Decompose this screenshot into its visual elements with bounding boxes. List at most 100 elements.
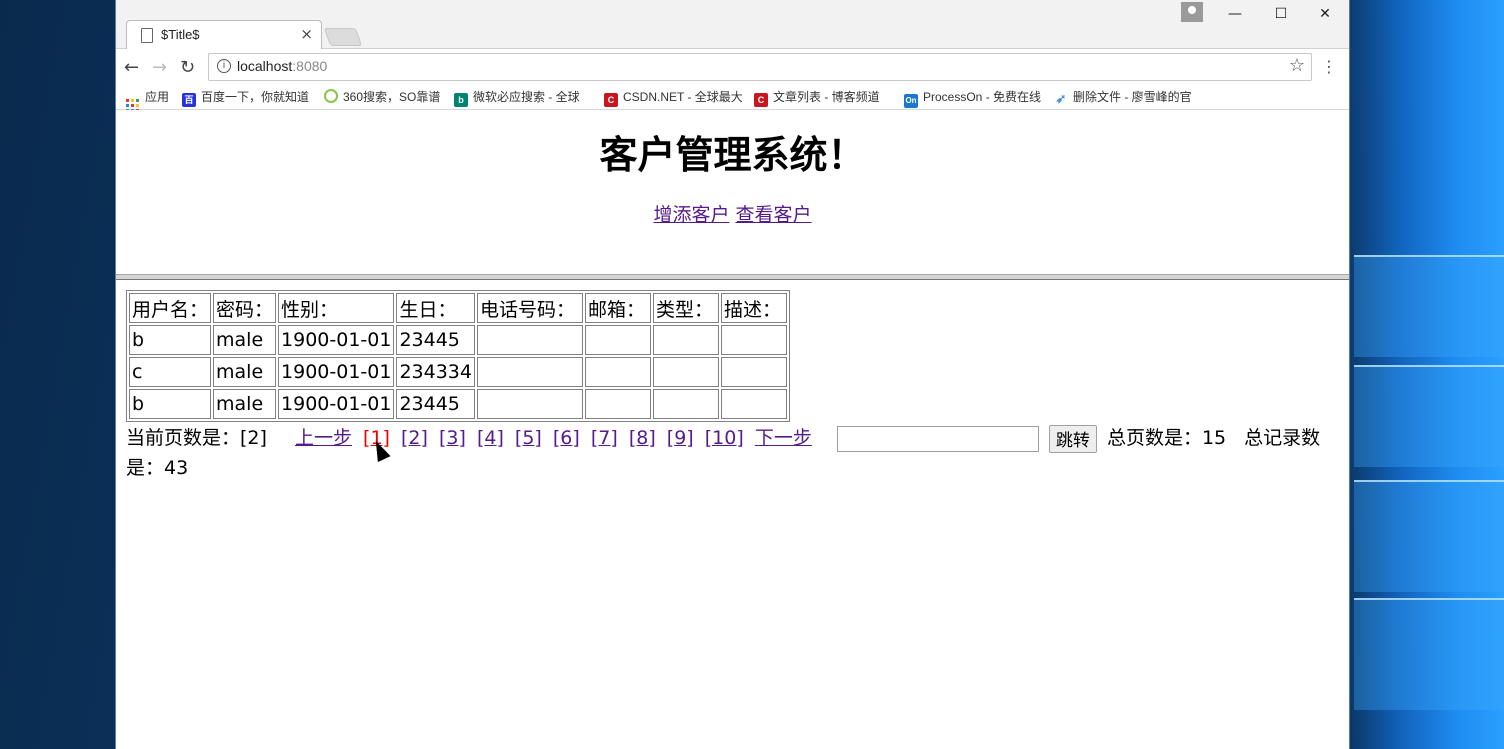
column-header: 生日： — [396, 293, 475, 323]
page-title: 客户管理系统！ — [599, 133, 866, 177]
column-header: 描述： — [720, 293, 787, 323]
url-text[interactable]: localhost:8080 — [237, 58, 327, 74]
bookmark-star-icon[interactable]: ☆ — [1289, 55, 1305, 76]
table-row: c male 1900-01-01 234334 — [129, 357, 787, 387]
browser-window: $Title$ × — ☐ ✕ ← → ↻ i localhost:8080 ☆… — [116, 0, 1349, 749]
page-link-2[interactable]: [2] — [401, 427, 428, 449]
bottom-frame: 用户名： 密码： 性别： 生日： 电话号码： 邮箱： 类型： 描述： b mal… — [116, 280, 1349, 749]
table-cell: male — [213, 325, 277, 355]
address-bar[interactable]: i localhost:8080 ☆ — [208, 53, 1312, 81]
bookmark-label: 360搜索，SO靠谱 — [343, 90, 441, 104]
bookmark-csdn[interactable]: C CSDN.NET - 全球最大 — [604, 88, 742, 107]
table-cell — [720, 389, 787, 419]
table-cell — [476, 325, 583, 355]
url-port: :8080 — [292, 58, 328, 74]
close-window-button[interactable]: ✕ — [1303, 6, 1347, 26]
bookmark-processon[interactable]: On ProcessOn - 免费在线 — [904, 88, 1042, 108]
bookmark-label: 百度一下，你就知道 — [201, 90, 310, 104]
table-cell: b — [129, 325, 212, 355]
prev-page-link[interactable]: 上一步 — [295, 427, 352, 449]
table-cell: 1900-01-01 — [278, 357, 395, 387]
new-tab-button[interactable] — [323, 28, 363, 46]
tab-close-icon[interactable]: × — [300, 25, 313, 43]
table-cell — [652, 325, 719, 355]
page-link-5[interactable]: [5] — [515, 427, 542, 449]
next-page-link[interactable]: 下一步 — [755, 427, 812, 449]
profile-icon[interactable] — [1181, 2, 1203, 22]
bookmark-label: 文章列表 - 博客频道 — [773, 90, 880, 104]
reload-button[interactable]: ↻ — [180, 57, 195, 78]
table-row: b male 1900-01-01 23445 — [129, 389, 787, 419]
column-header: 邮箱： — [584, 293, 651, 323]
table-row: b male 1900-01-01 23445 — [129, 325, 787, 355]
browser-menu-icon[interactable]: ⋮ — [1321, 57, 1337, 76]
back-button[interactable]: ← — [124, 57, 139, 78]
bookmark-liaoxuefeng[interactable]: ➶ 删除文件 - 廖雪峰的官 — [1054, 88, 1192, 106]
tab-title[interactable]: $Title$ × — [126, 20, 322, 50]
column-header: 电话号码： — [476, 293, 583, 323]
jump-page-input[interactable] — [836, 425, 1039, 452]
window-logo-pane — [1354, 255, 1504, 357]
window-logo-pane — [1354, 365, 1504, 467]
page-link-8[interactable]: [8] — [629, 427, 656, 449]
current-page-label: 当前页数是：[2] — [126, 427, 267, 449]
table-cell: 1900-01-01 — [278, 389, 395, 419]
bookmark-apps[interactable]: 应用 — [126, 88, 169, 112]
jump-button[interactable]: 跳转 — [1048, 424, 1097, 453]
baidu-icon: 百 — [182, 93, 196, 107]
table-cell: 23445 — [396, 389, 475, 419]
bookmark-baidu[interactable]: 百百度一下，你就知道 — [182, 88, 312, 107]
column-header: 性别： — [278, 293, 395, 323]
maximize-button[interactable]: ☐ — [1259, 6, 1303, 26]
page-link-4[interactable]: [4] — [477, 427, 504, 449]
table-cell: male — [213, 389, 277, 419]
document-icon — [141, 28, 153, 43]
bookmark-label: CSDN.NET - 全球最大 — [623, 90, 742, 104]
tab-label: $Title$ — [161, 27, 200, 42]
page-link-9[interactable]: [9] — [667, 427, 694, 449]
top-frame: 客户管理系统！ 增添客户 查看客户 — [116, 110, 1349, 274]
page-link-10[interactable]: [10] — [705, 427, 744, 449]
info-icon[interactable]: i — [217, 59, 231, 73]
customer-table: 用户名： 密码： 性别： 生日： 电话号码： 邮箱： 类型： 描述： b mal… — [126, 290, 790, 422]
pagination: 当前页数是：[2] 上一步 [1] [2] [3] [4] [5] [6] [7… — [126, 423, 1326, 483]
total-pages-label: 总页数是：15 — [1106, 427, 1227, 449]
table-cell — [476, 357, 583, 387]
add-customer-link[interactable]: 增添客户 — [653, 204, 729, 226]
table-cell: c — [129, 357, 212, 387]
bookmark-360[interactable]: 360搜索，SO靠谱 — [324, 88, 446, 105]
bookmark-label: 微软必应搜索 - 全球 — [473, 90, 580, 104]
table-cell: 234334 — [396, 357, 475, 387]
page-link-3[interactable]: [3] — [439, 427, 466, 449]
processon-icon: On — [904, 94, 918, 108]
forward-button[interactable]: → — [152, 57, 167, 78]
column-header: 密码： — [213, 293, 277, 323]
bookmark-label: 应用 — [145, 90, 170, 104]
window-logo-pane — [1354, 598, 1504, 710]
page-link-7[interactable]: [7] — [591, 427, 618, 449]
table-cell — [652, 389, 719, 419]
table-cell — [476, 389, 583, 419]
page-link-6[interactable]: [6] — [553, 427, 580, 449]
column-header: 用户名： — [129, 293, 212, 323]
table-cell: b — [129, 389, 212, 419]
column-header: 类型： — [652, 293, 719, 323]
bookmark-csdn-blog[interactable]: C 文章列表 - 博客频道 — [754, 88, 892, 107]
rocket-icon: ➶ — [1055, 91, 1067, 106]
bookmark-bing[interactable]: b 微软必应搜索 - 全球 — [454, 88, 592, 107]
table-cell — [584, 389, 651, 419]
table-cell: 23445 — [396, 325, 475, 355]
bookmarks-bar: 应用 百百度一下，你就知道 360搜索，SO靠谱 b 微软必应搜索 - 全球 CC… — [116, 85, 1349, 112]
browser-toolbar: ← → ↻ i localhost:8080 ☆ ⋮ — [116, 49, 1349, 85]
page-content: 客户管理系统！ 增添客户 查看客户 用户名： 密码： 性别： 生日： 电话号码：… — [116, 110, 1349, 749]
title-bar: $Title$ × — ☐ ✕ — [116, 0, 1349, 50]
view-customers-link[interactable]: 查看客户 — [736, 204, 812, 226]
minimize-button[interactable]: — — [1213, 6, 1257, 26]
window-logo-pane — [1354, 480, 1504, 592]
bookmark-label: ProcessOn - 免费在线 — [923, 90, 1042, 104]
csdn-blog-icon: C — [754, 93, 768, 107]
table-cell — [652, 357, 719, 387]
bing-icon: b — [454, 93, 468, 107]
table-cell: 1900-01-01 — [278, 325, 395, 355]
url-host: localhost — [237, 58, 293, 74]
